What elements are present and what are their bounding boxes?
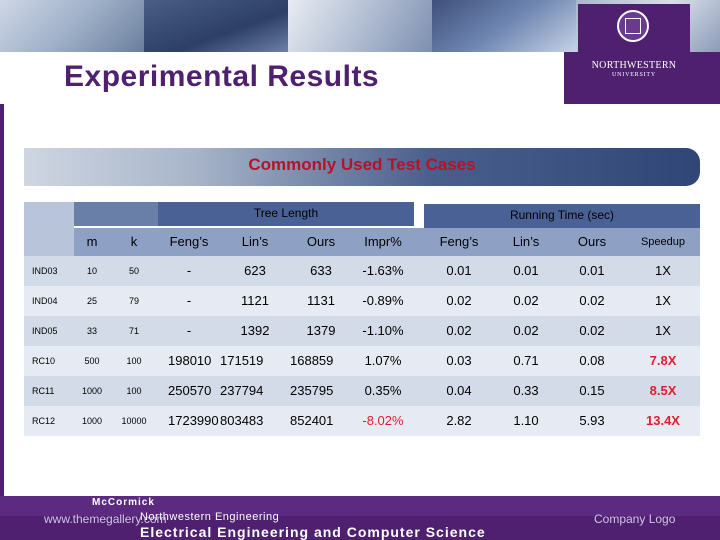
left-accent-stripe <box>0 104 4 496</box>
header-corner-light <box>24 202 74 258</box>
table-cell: 623 <box>244 263 266 278</box>
row-label: IND03 <box>32 266 58 276</box>
slide-subtitle: Commonly Used Test Cases <box>248 155 476 174</box>
table-cell: 250570 <box>168 383 212 398</box>
slide-title: Experimental Results <box>64 60 380 93</box>
table-cell: 8.5X <box>649 383 677 398</box>
table-cell: 1723990 <box>168 413 219 428</box>
table-cell: -1.63% <box>362 263 404 278</box>
table-cell: 1.10 <box>513 413 539 428</box>
table-cell: 1X <box>655 293 671 308</box>
table-cell: 33 <box>86 326 97 336</box>
table-cell: 237794 <box>220 383 264 398</box>
column-header: m <box>86 234 98 249</box>
title-left-accent <box>0 52 44 104</box>
table-cell: 25 <box>86 296 97 306</box>
banner-photo-1 <box>0 0 144 52</box>
logo-name: NORTHWESTERN <box>591 60 677 71</box>
table-cell: 50 <box>128 266 139 276</box>
table-cell: 13.4X <box>646 413 680 428</box>
table-cell: 100 <box>126 356 142 366</box>
column-header: Lin’s <box>512 234 540 249</box>
column-header: Speedup <box>640 236 686 248</box>
logo-sub: UNIVERSITY <box>612 72 656 78</box>
table-cell: 1X <box>655 263 671 278</box>
banner-photo-3 <box>288 0 432 52</box>
table-cell: 0.33 <box>513 383 539 398</box>
row-label: IND04 <box>32 296 58 306</box>
table-cell: 1.07% <box>364 353 402 368</box>
table-cell: 171519 <box>220 353 264 368</box>
banner-photo-2 <box>144 0 288 52</box>
table-cell: 803483 <box>220 413 264 428</box>
table-cell: 0.15 <box>579 383 605 398</box>
table-cell: 0.03 <box>446 353 472 368</box>
table-cell: 10000 <box>121 416 147 426</box>
table-cell: 1X <box>655 323 671 338</box>
column-header: Ours <box>577 234 607 249</box>
table-cell: -1.10% <box>362 323 404 338</box>
table-cell: -0.89% <box>362 293 404 308</box>
table-cell: - <box>186 323 192 338</box>
table-cell: 1121 <box>241 293 269 308</box>
table-cell: 1000 <box>81 386 103 396</box>
university-seal-icon <box>617 10 649 42</box>
group-header-running-time: Running Time (sec) <box>424 204 700 228</box>
footer-url-link[interactable]: www.themegallery.com <box>44 512 166 526</box>
table-cell: 0.35% <box>364 383 402 398</box>
table-cell: 0.71 <box>513 353 539 368</box>
group-header-tree-length: Tree Length <box>158 202 414 226</box>
banner-photo-4 <box>432 0 576 52</box>
table-cell: 0.02 <box>579 323 605 338</box>
footer-company-logo: Company Logo <box>594 512 676 526</box>
row-label: IND05 <box>32 326 58 336</box>
row-label: RC10 <box>32 356 56 366</box>
column-header: Lin’s <box>241 234 269 249</box>
table-cell: 71 <box>128 326 139 336</box>
table-cell: - <box>186 293 192 308</box>
table-cell: 2.82 <box>446 413 472 428</box>
table-cell: 10 <box>86 266 97 276</box>
table-cell: 7.8X <box>649 353 677 368</box>
table-cell: 500 <box>84 356 100 366</box>
table-cell: 168859 <box>290 353 334 368</box>
footer-eecs: Electrical Engineering and Computer Scie… <box>140 524 486 540</box>
table-cell: 0.02 <box>513 293 539 308</box>
column-header: Feng’s <box>169 234 209 249</box>
table-cell: 198010 <box>168 353 212 368</box>
footer-mccormick: McCormick <box>92 497 155 508</box>
table-cell: 1000 <box>81 416 103 426</box>
table-cell: - <box>186 263 192 278</box>
table-cell: 0.01 <box>579 263 605 278</box>
table-cell: 79 <box>128 296 139 306</box>
table-cell: 1131 <box>307 293 335 308</box>
table-cell: 852401 <box>290 413 334 428</box>
table-cell: 0.02 <box>446 323 472 338</box>
table-cell: 0.02 <box>513 323 539 338</box>
table-cell: 5.93 <box>579 413 605 428</box>
row-label: RC11 <box>32 386 55 396</box>
table-cell: 1392 <box>240 323 270 338</box>
table-cell: -8.02% <box>362 413 404 428</box>
table-cell: 0.02 <box>579 293 605 308</box>
table-cell: 0.08 <box>579 353 605 368</box>
table-cell: 0.01 <box>446 263 472 278</box>
column-header: k <box>130 234 138 249</box>
table-cell: 0.02 <box>446 293 472 308</box>
table-cell: 0.04 <box>446 383 472 398</box>
table-cell: 100 <box>126 386 142 396</box>
column-header: Impr% <box>364 234 402 249</box>
column-header: Feng’s <box>439 234 479 249</box>
column-header: Ours <box>306 234 336 249</box>
table-cell: 235795 <box>290 383 334 398</box>
row-label: RC12 <box>32 416 56 426</box>
table-cell: 633 <box>310 263 332 278</box>
table-cell: 0.01 <box>513 263 539 278</box>
table-cell: 1379 <box>306 323 336 338</box>
